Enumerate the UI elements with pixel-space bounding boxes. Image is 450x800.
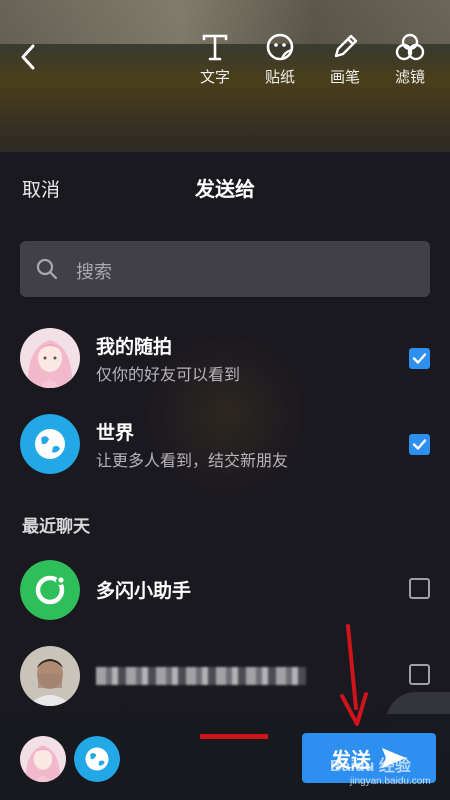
selected-avatar-my-moments[interactable] — [20, 736, 66, 782]
avatar — [20, 646, 80, 706]
checkbox-checked[interactable] — [409, 348, 430, 369]
avatar — [20, 328, 80, 388]
share-sheet: 取消 发送给 搜索 我的随拍 仅你的好友可以看到 世界 让更多人看到，结交新朋友… — [0, 152, 450, 800]
pen-tool-button[interactable]: 画笔 — [317, 32, 373, 87]
assistant-icon — [20, 560, 80, 620]
target-name: 我的随拍 — [96, 337, 173, 358]
sticker-tool-button[interactable]: 贴纸 — [252, 32, 308, 87]
world-avatar — [20, 414, 80, 474]
search-icon — [36, 258, 58, 280]
checkbox-unchecked[interactable] — [409, 664, 430, 685]
checkbox-unchecked[interactable] — [409, 578, 430, 599]
back-button[interactable] — [14, 40, 42, 74]
annotation-underline — [200, 734, 268, 739]
sheet-title: 发送给 — [195, 179, 255, 201]
watermark: Baidu 经验 — [330, 758, 411, 775]
blurred-contact-name — [96, 667, 306, 685]
target-subtitle: 让更多人看到，结交新朋友 — [96, 453, 289, 470]
target-row-my-moments[interactable]: 我的随拍 仅你的好友可以看到 — [0, 316, 450, 398]
target-subtitle: 仅你的好友可以看到 — [96, 367, 241, 384]
text-tool-button[interactable]: 文字 — [187, 32, 243, 87]
selected-avatar-world[interactable] — [74, 736, 120, 782]
chat-name: 多闪小助手 — [96, 581, 192, 602]
search-placeholder: 搜索 — [76, 262, 112, 282]
recent-chat-row[interactable]: 多闪小助手 — [0, 548, 450, 630]
sticker-icon — [266, 33, 294, 61]
assistant-avatar — [20, 560, 80, 620]
text-tool-label: 文字 — [199, 69, 230, 86]
annotation-arrow-icon — [340, 624, 368, 726]
filter-tool-button[interactable]: 滤镜 — [382, 32, 438, 87]
sticker-tool-label: 贴纸 — [264, 69, 295, 86]
sheet-header: 取消 发送给 — [0, 152, 450, 222]
check-icon — [412, 439, 427, 450]
editor-toolbar: 文字 贴纸 画笔 滤镜 — [0, 0, 450, 110]
globe-icon — [20, 414, 80, 474]
pen-tool-label: 画笔 — [329, 69, 360, 86]
globe-icon — [74, 736, 120, 782]
recent-chat-row[interactable] — [0, 634, 450, 716]
recent-chats-heading: 最近聊天 — [22, 517, 90, 536]
pen-icon — [334, 34, 358, 58]
target-name: 世界 — [96, 423, 135, 444]
chevron-left-icon — [21, 44, 35, 70]
text-icon — [202, 34, 228, 61]
checkbox-checked[interactable] — [409, 434, 430, 455]
search-input[interactable]: 搜索 — [20, 241, 430, 297]
filter-tool-label: 滤镜 — [394, 69, 425, 86]
filter-icon — [395, 33, 425, 61]
check-icon — [412, 353, 427, 364]
watermark-url: jingyan.baidu.com — [350, 776, 431, 787]
target-row-world[interactable]: 世界 让更多人看到，结交新朋友 — [0, 402, 450, 484]
